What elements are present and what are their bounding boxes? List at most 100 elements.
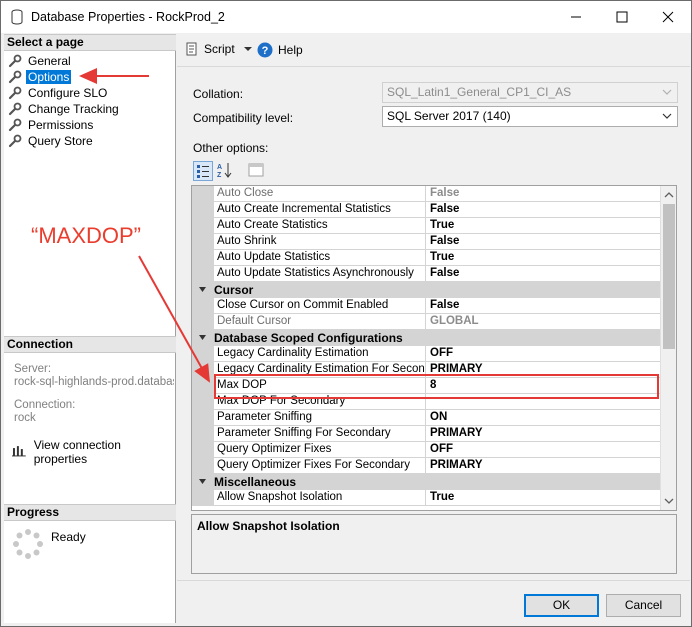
grid-property-row[interactable]: Auto Create Statistics True xyxy=(192,218,661,234)
view-connection-properties-link[interactable]: View connection properties xyxy=(12,438,175,466)
progress-status: Ready xyxy=(51,530,86,544)
scroll-up-icon[interactable] xyxy=(661,188,677,202)
scroll-down-icon[interactable] xyxy=(661,494,677,508)
maximize-button[interactable] xyxy=(599,1,645,33)
connection-properties-icon xyxy=(12,446,26,457)
wrench-icon xyxy=(8,70,22,84)
property-value[interactable]: PRIMARY xyxy=(426,458,661,474)
property-pages-button[interactable] xyxy=(247,161,267,181)
property-value[interactable]: True xyxy=(426,250,661,266)
wrench-icon xyxy=(8,54,22,68)
grid-gutter xyxy=(192,458,214,474)
close-icon xyxy=(662,11,674,23)
wrench-icon xyxy=(8,102,22,116)
property-value[interactable]: False xyxy=(426,202,661,218)
property-name: Legacy Cardinality Estimation xyxy=(214,346,426,362)
compatibility-level-combo[interactable]: SQL Server 2017 (140) xyxy=(382,106,678,127)
sidebar-item-configure-slo[interactable]: Configure SLO xyxy=(8,85,109,101)
chevron-down-icon xyxy=(243,47,252,51)
cancel-button[interactable]: Cancel xyxy=(606,594,681,617)
property-value[interactable]: False xyxy=(426,234,661,250)
collapse-icon[interactable] xyxy=(198,334,207,342)
grid-gutter xyxy=(192,346,214,362)
sidebar-item-general[interactable]: General xyxy=(8,53,73,69)
minimize-button[interactable] xyxy=(553,1,599,33)
property-value[interactable]: ON xyxy=(426,410,661,426)
grid-property-row[interactable]: Auto Shrink False xyxy=(192,234,661,250)
property-name: Query Optimizer Fixes xyxy=(214,442,426,458)
grid-category[interactable]: Miscellaneous xyxy=(192,474,661,490)
view-connection-label: View connection properties xyxy=(33,438,121,466)
description-title: Allow Snapshot Isolation xyxy=(197,519,340,533)
script-label: Script xyxy=(204,42,235,56)
chevron-down-icon xyxy=(662,113,672,119)
grid-property-row[interactable]: Auto Create Incremental Statistics False xyxy=(192,202,661,218)
grid-property-row[interactable]: Default Cursor GLOBAL xyxy=(192,314,661,330)
grid-property-row[interactable]: Auto Close False xyxy=(192,186,661,202)
sidebar-item-query-store[interactable]: Query Store xyxy=(8,133,95,149)
property-value[interactable]: False xyxy=(426,186,661,202)
property-name: Query Optimizer Fixes For Secondary xyxy=(214,458,426,474)
collapse-icon[interactable] xyxy=(198,286,207,294)
sidebar-item-options[interactable]: Options xyxy=(8,69,72,85)
chevron-down-icon xyxy=(662,89,672,95)
wrench-icon xyxy=(8,86,22,100)
categorized-sort-button[interactable] xyxy=(193,161,213,181)
grid-gutter xyxy=(192,442,214,458)
grid-gutter xyxy=(192,218,214,234)
collation-combo: SQL_Latin1_General_CP1_CI_AS xyxy=(382,82,678,103)
property-value[interactable]: OFF xyxy=(426,442,661,458)
grid-property-row[interactable]: Auto Update Statistics True xyxy=(192,250,661,266)
grid-gutter xyxy=(192,426,214,442)
property-value[interactable]: OFF xyxy=(426,346,661,362)
alphabetical-sort-button[interactable]: A Z xyxy=(215,161,235,181)
property-name: Auto Create Incremental Statistics xyxy=(214,202,426,218)
help-button[interactable]: ? Help xyxy=(257,42,303,58)
property-name: Parameter Sniffing For Secondary xyxy=(214,426,426,442)
sort-az-icon: A Z xyxy=(217,163,232,179)
close-window-button[interactable] xyxy=(645,1,691,33)
property-name: Parameter Sniffing xyxy=(214,410,426,426)
grid-property-row[interactable]: Legacy Cardinality Estimation OFF xyxy=(192,346,661,362)
property-value[interactable]: PRIMARY xyxy=(426,426,661,442)
grid-gutter xyxy=(192,490,214,506)
property-value[interactable]: GLOBAL xyxy=(426,314,661,330)
grid-property-row[interactable]: Query Optimizer Fixes For Secondary PRIMA… xyxy=(192,458,661,474)
grid-vertical-scrollbar[interactable] xyxy=(660,186,676,510)
collapse-icon[interactable] xyxy=(198,478,207,486)
server-label: Server: xyxy=(14,363,52,375)
sidebar-item-permissions[interactable]: Permissions xyxy=(8,117,95,133)
minimize-icon xyxy=(571,16,581,18)
left-pane: Select a page General Options Configure SL… xyxy=(4,34,176,623)
ok-button[interactable]: OK xyxy=(524,594,599,617)
property-value[interactable]: True xyxy=(426,490,661,506)
help-icon: ? xyxy=(257,42,273,58)
property-value[interactable]: True xyxy=(426,218,661,234)
grid-property-row[interactable]: Auto Update Statistics Asynchronously Fal… xyxy=(192,266,661,282)
grid-category-label: Database Scoped Configurations xyxy=(214,331,403,345)
property-name: Auto Shrink xyxy=(214,234,426,250)
property-value[interactable]: False xyxy=(426,298,661,314)
grid-property-row[interactable]: Parameter Sniffing For Secondary PRIMARY xyxy=(192,426,661,442)
svg-text:Z: Z xyxy=(217,172,222,179)
grid-property-row[interactable]: Allow Snapshot Isolation True xyxy=(192,490,661,506)
other-options-label: Other options: xyxy=(193,141,269,155)
sidebar-item-change-tracking[interactable]: Change Tracking xyxy=(8,101,121,117)
sidebar-item-label: Query Store xyxy=(28,134,93,148)
grid-property-row[interactable]: Query Optimizer Fixes OFF xyxy=(192,442,661,458)
grid-property-row[interactable]: Close Cursor on Commit Enabled False xyxy=(192,298,661,314)
grid-property-row[interactable]: Parameter Sniffing ON xyxy=(192,410,661,426)
grid-category[interactable]: Database Scoped Configurations xyxy=(192,330,661,346)
script-button[interactable]: Script xyxy=(185,42,253,56)
connection-label: Connection: xyxy=(14,399,76,411)
scrollbar-thumb[interactable] xyxy=(663,204,675,349)
property-value[interactable]: False xyxy=(426,266,661,282)
grid-gutter xyxy=(192,250,214,266)
connection-header: Connection xyxy=(4,336,176,353)
property-name: Allow Snapshot Isolation xyxy=(214,490,426,506)
grid-category[interactable]: Cursor xyxy=(192,282,661,298)
database-properties-dialog: Database Properties - RockProd_2 Select … xyxy=(0,0,692,627)
options-property-grid[interactable]: Auto Close False Auto Create Incremental S… xyxy=(191,185,677,511)
property-name: Default Cursor xyxy=(214,314,426,330)
grid-gutter xyxy=(192,362,214,378)
